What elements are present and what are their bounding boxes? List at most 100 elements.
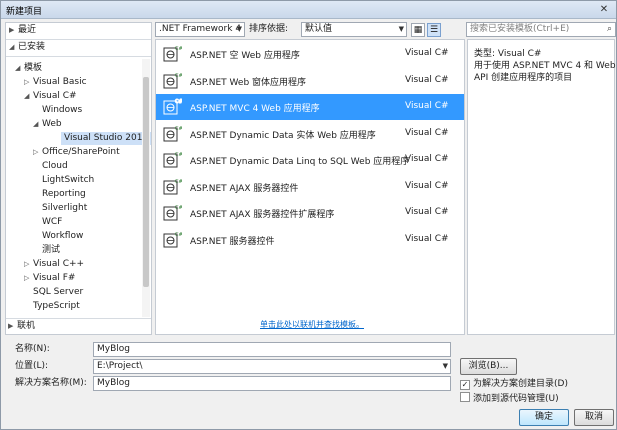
collapse-arrow-icon[interactable]: ◢	[24, 90, 33, 103]
tree-item-visual-fsharp[interactable]: ▷ Visual F#	[24, 272, 75, 285]
tree-item-test[interactable]: 测试	[42, 244, 60, 257]
tree-online[interactable]: ▶ 联机	[5, 319, 152, 333]
template-name: ASP.NET Web 窗体应用程序	[190, 77, 307, 88]
svg-text:C#: C#	[175, 99, 182, 105]
template-name: ASP.NET AJAX 服务器控件	[190, 183, 299, 194]
add-source-control-checkbox[interactable]: 添加到源代码管理(U)	[460, 392, 559, 405]
template-name: ASP.NET Dynamic Data Linq to SQL Web 应用程…	[190, 157, 410, 167]
tree-recent[interactable]: ▶ 最近	[9, 24, 36, 37]
new-project-dialog: 新建项目 ✕ ▶ 最近 ◢ 已安装 ◢ 模板 ▷ Visual Basic ◢ Visua…	[0, 0, 617, 430]
tree-item-vs2012[interactable]: Visual Studio 2012	[61, 132, 151, 145]
checkbox-checked-icon[interactable]: ✓	[460, 380, 470, 390]
tree-item-web[interactable]: ◢ Web	[33, 118, 62, 131]
tree-item-lightswitch[interactable]: LightSwitch	[42, 174, 94, 187]
collapse-arrow-icon[interactable]: ◢	[15, 62, 24, 75]
svg-text:C#: C#	[175, 205, 182, 211]
solution-name-field[interactable]: MyBlog	[93, 376, 451, 391]
template-row[interactable]: C# ASP.NET 服务器控件 Visual C#	[156, 227, 464, 253]
template-tree: ▶ 最近 ◢ 已安装 ◢ 模板 ▷ Visual Basic ◢ Visual C# Wi…	[5, 22, 152, 335]
expand-arrow-icon[interactable]: ▶	[9, 24, 18, 37]
template-details: 类型: Visual C# 用于使用 ASP.NET MVC 4 和 Web A…	[467, 39, 616, 335]
svg-text:C#: C#	[175, 179, 182, 185]
tree-item-silverlight[interactable]: Silverlight	[42, 202, 87, 215]
template-row[interactable]: C# ASP.NET 空 Web 应用程序 Visual C#	[156, 41, 464, 67]
expand-arrow-icon[interactable]: ▷	[24, 272, 33, 285]
svg-text:C#: C#	[175, 73, 182, 79]
create-directory-checkbox[interactable]: ✓ 为解决方案创建目录(D)	[460, 378, 568, 390]
web-project-icon: C#	[162, 44, 183, 64]
template-name: ASP.NET MVC 4 Web 应用程序	[190, 104, 320, 114]
tree-item-windows[interactable]: Windows	[42, 104, 82, 117]
template-list: C# ASP.NET 服务器控件 Visual C# C# ASP.NET AJAX 服…	[155, 39, 465, 335]
template-language: Visual C#	[405, 207, 449, 217]
tree-item-office-sharepoint[interactable]: ▷ Office/SharePoint	[33, 146, 120, 159]
framework-select[interactable]: .NET Framework 4 ▼	[155, 22, 245, 37]
expand-arrow-icon[interactable]: ▷	[24, 76, 33, 89]
tree-item-typescript[interactable]: TypeScript	[33, 300, 80, 313]
collapse-arrow-icon[interactable]: ◢	[9, 41, 18, 54]
globe-project-icon: C#	[162, 203, 183, 223]
collapse-arrow-icon[interactable]: ◢	[33, 118, 42, 131]
sort-select[interactable]: 默认值 ▼	[301, 22, 407, 37]
online-templates-link[interactable]: 单击此处以联机并查找模板。	[260, 319, 364, 330]
globe-project-icon: C#	[162, 150, 183, 170]
svg-text:C#: C#	[175, 46, 182, 52]
web-project-icon: C#	[162, 71, 183, 91]
template-row[interactable]: C# ASP.NET Dynamic Data Linq to SQL Web 应…	[156, 147, 464, 173]
grid-icon: ▦	[413, 25, 423, 35]
name-field[interactable]: MyBlog	[93, 342, 451, 357]
template-name: ASP.NET 空 Web 应用程序	[190, 51, 300, 61]
web-project-icon: C#	[162, 97, 183, 117]
template-row[interactable]: C# ASP.NET AJAX 服务器控件扩展程序 Visual C#	[156, 200, 464, 226]
template-row[interactable]: C# ASP.NET Dynamic Data 实体 Web 应用程序 Visual…	[156, 121, 464, 147]
template-language: Visual C#	[405, 127, 449, 138]
tree-item-sql-server[interactable]: SQL Server	[33, 286, 83, 299]
chevron-down-icon: ▼	[442, 362, 448, 370]
medium-icons-view-button[interactable]: ▦	[411, 23, 425, 37]
globe-project-icon: C#	[162, 124, 183, 144]
template-toolbar: .NET Framework 4 ▼ 排序依据: 默认值 ▼ ▦ ☰ 搜索已安装模板…	[155, 22, 616, 39]
template-name: ASP.NET 服务器控件	[190, 236, 275, 247]
tree-installed[interactable]: ◢ 已安装	[9, 41, 45, 54]
checkbox-unchecked-icon[interactable]	[460, 392, 470, 402]
template-row[interactable]: C# ASP.NET MVC 4 Web 应用程序 Visual C#	[156, 94, 464, 120]
tree-item-wcf[interactable]: WCF	[42, 216, 62, 229]
template-name: ASP.NET Dynamic Data 实体 Web 应用程序	[190, 130, 376, 141]
tree-item-visual-csharp[interactable]: ◢ Visual C#	[24, 90, 77, 103]
tree-item-visual-basic[interactable]: ▷ Visual Basic	[24, 76, 87, 89]
search-input[interactable]: 搜索已安装模板(Ctrl+E) ⌕	[466, 22, 616, 37]
sort-label: 排序依据:	[249, 24, 289, 34]
close-icon[interactable]: ✕	[596, 3, 612, 16]
name-label: 名称(N):	[15, 344, 50, 354]
expand-arrow-icon[interactable]: ▷	[33, 146, 42, 159]
tree-item-visual-cpp[interactable]: ▷ Visual C++	[24, 258, 84, 271]
chevron-down-icon: ▼	[398, 25, 404, 33]
cancel-button[interactable]: 取消	[574, 409, 614, 426]
template-row[interactable]: C# ASP.NET AJAX 服务器控件 Visual C#	[156, 174, 464, 200]
tree-templates[interactable]: ◢ 模板	[15, 62, 42, 75]
expand-arrow-icon[interactable]: ▷	[24, 258, 33, 271]
location-label: 位置(L):	[15, 361, 49, 371]
tree-item-cloud[interactable]: Cloud	[42, 160, 68, 173]
template-language: Visual C#	[405, 180, 449, 191]
list-view-button[interactable]: ☰	[427, 23, 441, 37]
search-icon[interactable]: ⌕	[607, 23, 612, 36]
tree-item-workflow[interactable]: Workflow	[42, 230, 83, 243]
list-icon: ☰	[429, 25, 439, 35]
svg-text:C#: C#	[175, 152, 182, 158]
template-row[interactable]: C# ASP.NET Web 窗体应用程序 Visual C#	[156, 68, 464, 94]
globe-project-icon: C#	[162, 177, 183, 197]
ok-button[interactable]: 确定	[519, 409, 569, 426]
tree-item-reporting[interactable]: Reporting	[42, 188, 86, 201]
browse-button[interactable]: 浏览(B)...	[460, 358, 517, 375]
svg-text:C#: C#	[175, 232, 182, 238]
tree-scrollbar[interactable]	[142, 59, 150, 317]
tree-divider	[6, 39, 151, 40]
scrollbar-thumb[interactable]	[143, 77, 149, 287]
template-language: Visual C#	[405, 48, 449, 58]
template-name: ASP.NET AJAX 服务器控件扩展程序	[190, 210, 335, 220]
template-description: 用于使用 ASP.NET MVC 4 和 Web API 创建应用程序的项目	[474, 61, 616, 83]
location-field[interactable]: E:\Project\ ▼	[93, 359, 451, 374]
chevron-down-icon: ▼	[236, 25, 242, 33]
expand-arrow-icon[interactable]: ▶	[8, 319, 17, 333]
